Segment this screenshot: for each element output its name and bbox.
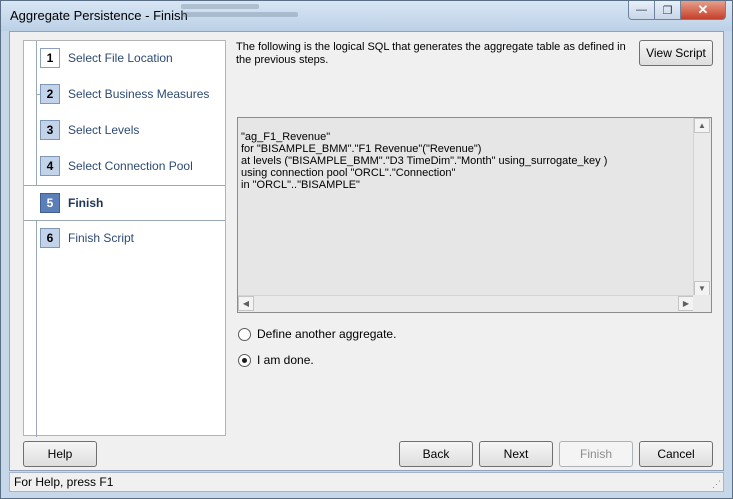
cancel-button[interactable]: Cancel xyxy=(639,441,713,467)
logical-sql-textarea[interactable]: "ag_F1_Revenue" for "BISAMPLE_BMM"."F1 Re… xyxy=(237,117,712,313)
title-bar: Aggregate Persistence - Finish — ❐ ✕ xyxy=(1,1,732,31)
step-label: Select Levels xyxy=(68,123,140,137)
sql-line: for "BISAMPLE_BMM"."F1 Revenue"("Revenue… xyxy=(241,143,482,155)
logical-sql-content: "ag_F1_Revenue" for "BISAMPLE_BMM"."F1 Re… xyxy=(241,131,607,191)
step-number-badge: 4 xyxy=(40,156,60,176)
horizontal-scrollbar[interactable]: ◀ ▶ xyxy=(238,295,694,312)
scroll-down-arrow-icon[interactable]: ▼ xyxy=(694,281,710,296)
sql-line: "ag_F1_Revenue" xyxy=(241,131,331,143)
sql-line: at levels ("BISAMPLE_BMM"."D3 TimeDim"."… xyxy=(241,155,608,167)
restore-button[interactable]: ❐ xyxy=(654,1,681,20)
define-another-label: Define another aggregate. xyxy=(257,327,397,341)
define-another-aggregate-option[interactable]: Define another aggregate. xyxy=(238,326,396,342)
step-number-badge: 6 xyxy=(40,228,60,248)
step-number-badge: 2 xyxy=(40,84,60,104)
scroll-right-arrow-icon[interactable]: ▶ xyxy=(678,296,694,311)
step-label: Select File Location xyxy=(68,51,173,65)
scrollbar-corner xyxy=(693,295,711,312)
step-number-badge: 3 xyxy=(40,120,60,140)
help-button[interactable]: Help xyxy=(23,441,97,467)
next-button[interactable]: Next xyxy=(479,441,553,467)
sql-line: in "ORCL".."BISAMPLE" xyxy=(241,179,360,191)
minimize-button[interactable]: — xyxy=(628,1,655,20)
steps-panel: 1 Select File Location 2 Select Business… xyxy=(23,40,226,437)
minimize-icon: — xyxy=(636,4,647,16)
window-title: Aggregate Persistence - Finish xyxy=(10,8,188,23)
i-am-done-label: I am done. xyxy=(257,353,314,367)
aggregate-persistence-dialog: Aggregate Persistence - Finish — ❐ ✕ 1 S… xyxy=(0,0,733,499)
finish-button[interactable]: Finish xyxy=(559,441,633,467)
i-am-done-radio[interactable] xyxy=(238,353,251,367)
close-button[interactable]: ✕ xyxy=(680,1,726,20)
resize-grip-icon[interactable]: ⋰ xyxy=(712,479,721,490)
view-script-button[interactable]: View Script xyxy=(639,40,713,66)
step-label: Select Connection Pool xyxy=(68,159,193,173)
status-bar: For Help, press F1 ⋰ xyxy=(9,472,724,492)
close-icon: ✕ xyxy=(697,2,709,17)
step-number-badge: 1 xyxy=(40,48,60,68)
step-label: Finish xyxy=(68,196,104,210)
i-am-done-option[interactable]: I am done. xyxy=(238,352,314,368)
step-finish[interactable]: 5 Finish xyxy=(24,185,225,221)
scroll-left-arrow-icon[interactable]: ◀ xyxy=(238,296,254,311)
scroll-up-arrow-icon[interactable]: ▲ xyxy=(694,118,710,133)
define-another-radio[interactable] xyxy=(238,327,251,341)
restore-icon: ❐ xyxy=(662,4,673,17)
description-text: The following is the logical SQL that ge… xyxy=(236,41,626,66)
step-label: Finish Script xyxy=(68,231,135,245)
sql-line: using connection pool "ORCL"."Connection… xyxy=(241,167,456,179)
status-text: For Help, press F1 xyxy=(14,475,114,489)
step-select-business-measures[interactable]: 2 Select Business Measures xyxy=(24,77,225,113)
background-window-ghost xyxy=(181,1,311,27)
step-number-badge: 5 xyxy=(40,193,60,213)
back-button[interactable]: Back xyxy=(399,441,473,467)
dialog-client-area: 1 Select File Location 2 Select Business… xyxy=(9,31,724,471)
step-finish-script[interactable]: 6 Finish Script xyxy=(24,221,225,257)
vertical-scrollbar[interactable]: ▲ ▼ xyxy=(693,118,711,296)
step-select-levels[interactable]: 3 Select Levels xyxy=(24,113,225,149)
step-select-connection-pool[interactable]: 4 Select Connection Pool xyxy=(24,149,225,185)
step-select-file-location[interactable]: 1 Select File Location xyxy=(24,41,225,77)
step-label: Select Business Measures xyxy=(68,87,210,101)
